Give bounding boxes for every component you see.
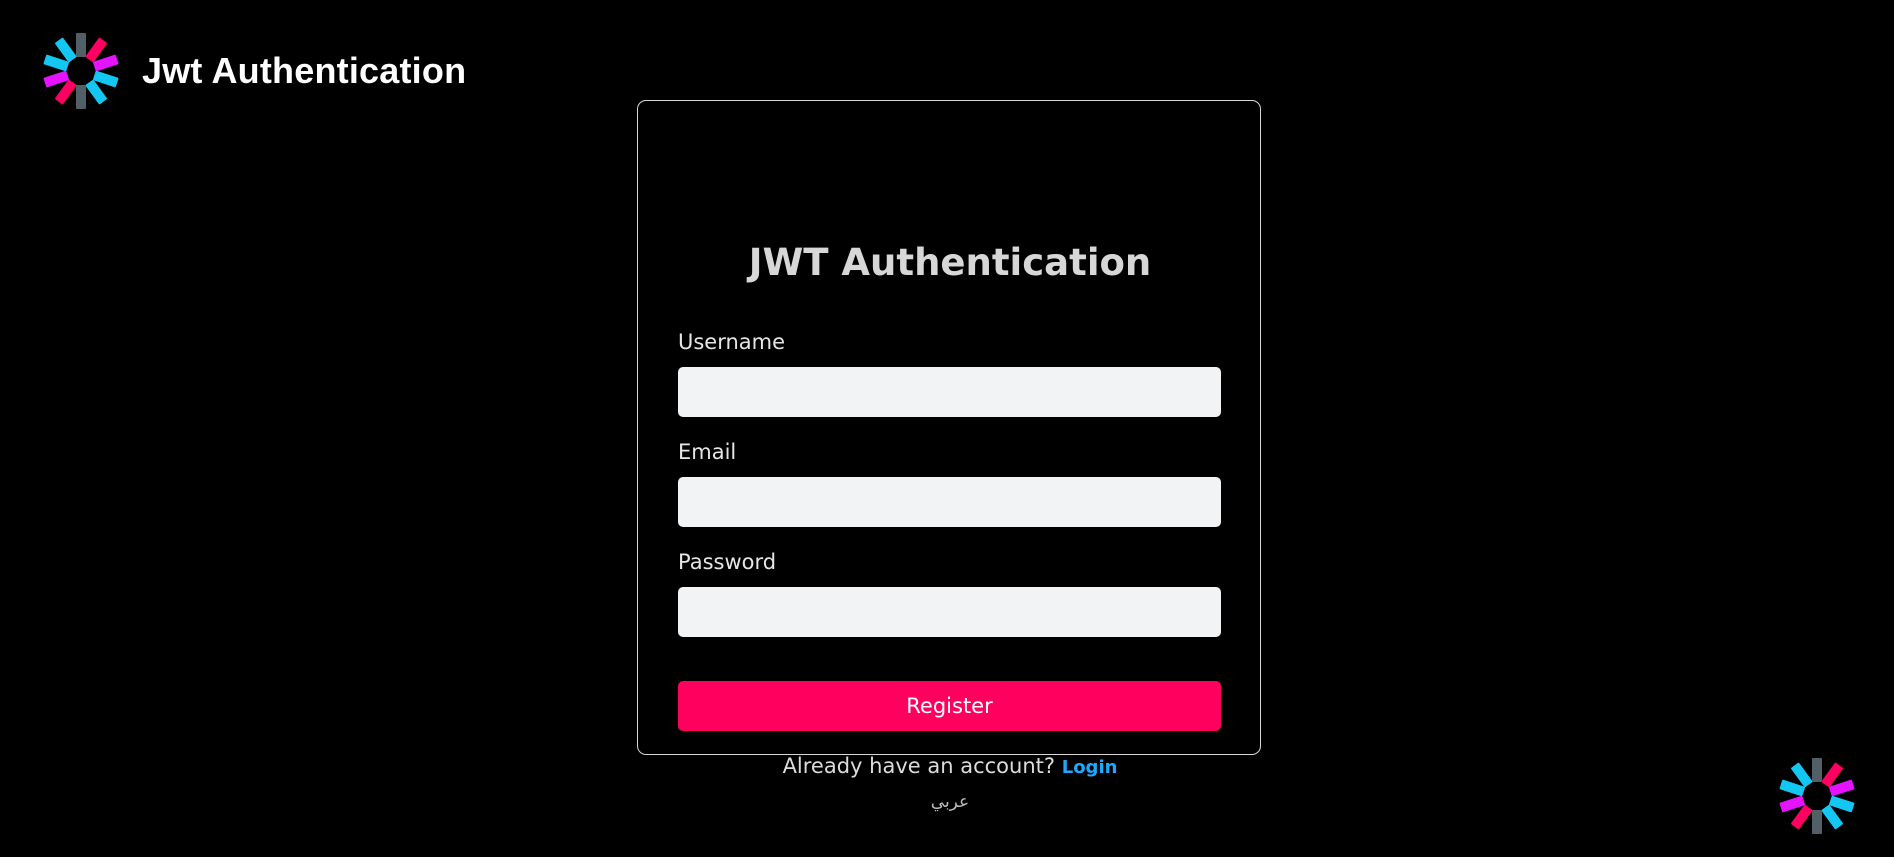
username-input[interactable] — [678, 367, 1221, 417]
login-link[interactable]: Login — [1062, 757, 1118, 778]
username-label: Username — [678, 330, 786, 354]
account-prompt-text: Already have an account? — [782, 754, 1056, 778]
login-prompt: Already have an account? Login — [638, 749, 1262, 785]
register-card: JWT Authentication Username Email Passwo… — [637, 100, 1261, 812]
brand-header: Jwt Authentication — [40, 33, 467, 109]
email-input[interactable] — [678, 477, 1221, 527]
password-input[interactable] — [678, 587, 1221, 637]
password-label: Password — [678, 550, 777, 574]
form-title: JWT Authentication — [748, 241, 1152, 284]
jwt-logo-icon — [43, 33, 119, 109]
jwt-corner-logo-icon — [1779, 758, 1855, 834]
email-label: Email — [678, 440, 737, 464]
register-button[interactable]: Register — [678, 681, 1221, 731]
page: Jwt Authentication JWT Authentication Us… — [0, 0, 1894, 857]
language-switch[interactable]: عربي — [638, 787, 1262, 817]
brand-title: Jwt Authentication — [142, 50, 467, 91]
